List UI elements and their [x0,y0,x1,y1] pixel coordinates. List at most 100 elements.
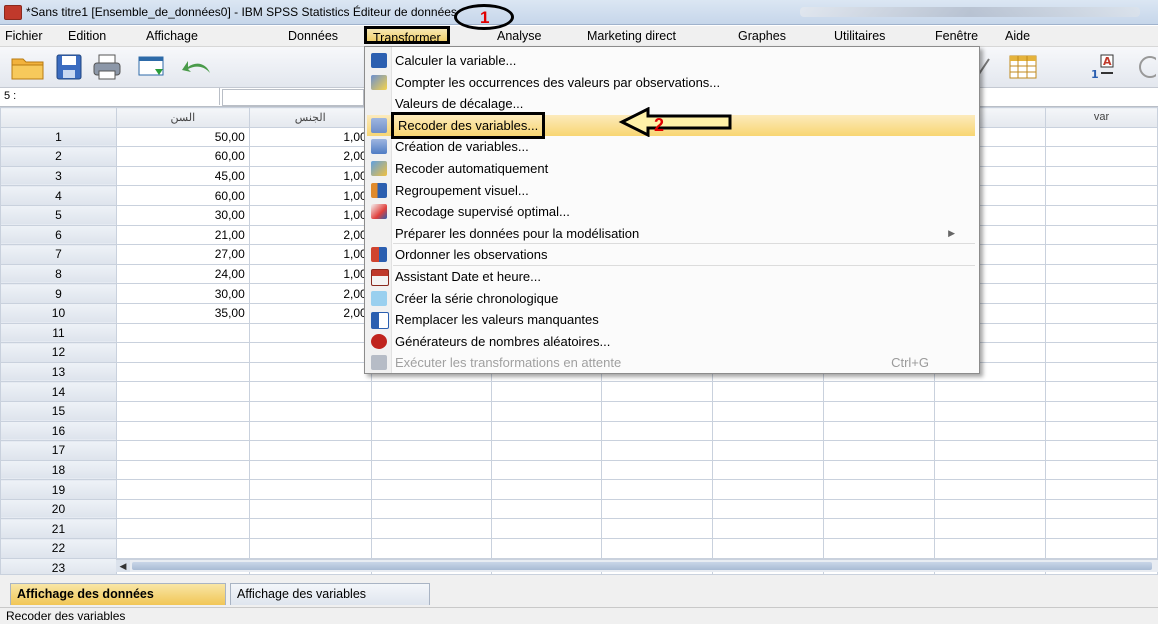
empty-cell[interactable] [1045,244,1158,265]
row-header[interactable]: 13 [0,361,117,383]
row-header[interactable]: 8 [0,263,117,285]
empty-cell[interactable] [1045,479,1158,500]
cell-age[interactable] [115,381,250,402]
menu-item[interactable]: Compter les occurrences des valeurs par … [367,72,975,93]
row-header[interactable]: 12 [0,342,117,363]
empty-cell[interactable] [1045,420,1158,442]
empty-cell[interactable] [1045,518,1158,540]
menu-item[interactable]: Recoder automatiquement [367,158,975,179]
cell-sex[interactable] [248,479,372,500]
row-header[interactable]: 19 [0,479,117,500]
empty-cell[interactable] [712,498,825,520]
menu-graphes[interactable]: Graphes [738,29,786,43]
empty-cell[interactable] [934,479,1047,500]
empty-cell[interactable] [601,400,714,422]
menu-edition[interactable]: Edition [68,29,106,43]
open-folder-icon[interactable] [10,53,46,81]
empty-cell[interactable] [601,440,714,461]
menu-fenetre[interactable]: Fenêtre [935,29,978,43]
cell-age[interactable] [115,498,250,520]
menu-utilitaires[interactable]: Utilitaires [834,29,885,43]
empty-cell[interactable] [712,518,825,540]
menu-aide[interactable]: Aide [1005,29,1030,43]
column-header[interactable]: var [1045,107,1158,128]
cell-sex[interactable]: 1,00 [248,165,372,187]
empty-cell[interactable] [1045,204,1158,226]
empty-cell[interactable] [1045,440,1158,461]
empty-cell[interactable] [370,538,492,559]
cell-sex[interactable] [248,381,372,402]
cell-sex[interactable]: 2,00 [248,283,372,304]
row-header[interactable]: 18 [0,459,117,481]
row-header[interactable]: 11 [0,322,117,344]
cell-age[interactable] [115,420,250,442]
empty-cell[interactable] [712,420,825,442]
cell-age[interactable] [115,361,250,383]
partial-toolbar-icon[interactable] [1130,53,1156,81]
empty-cell[interactable] [1045,146,1158,167]
menu-item[interactable]: Générateurs de nombres aléatoires... [367,331,975,352]
menu-item[interactable]: Recodage supervisé optimal... [367,201,975,222]
row-header[interactable]: 5 [0,204,117,226]
empty-cell[interactable] [1045,342,1158,363]
cell-age[interactable] [115,518,250,540]
empty-cell[interactable] [934,420,1047,442]
cell-age[interactable]: 30,00 [115,204,250,226]
cell-age[interactable] [115,479,250,500]
menu-fichier[interactable]: Fichier [5,29,43,43]
menu-item[interactable]: Assistant Date et heure... [367,266,975,287]
empty-cell[interactable] [712,538,825,559]
empty-cell[interactable] [370,498,492,520]
column-header[interactable]: الجنس [248,107,372,128]
scrollbar-thumb[interactable] [132,562,1152,570]
scroll-left-arrow-icon[interactable]: ◀ [116,560,130,572]
cell-age[interactable]: 30,00 [115,283,250,304]
horizontal-scrollbar[interactable]: ◀ [116,559,1158,572]
empty-cell[interactable] [1045,283,1158,304]
cell-age[interactable] [115,322,250,344]
empty-cell[interactable] [490,518,603,540]
empty-cell[interactable] [601,538,714,559]
cell-sex[interactable]: 1,00 [248,204,372,226]
empty-cell[interactable] [712,459,825,481]
cell-sex[interactable]: 2,00 [248,224,372,246]
cell-age[interactable]: 21,00 [115,224,250,246]
row-header[interactable]: 3 [0,165,117,187]
dialog-recall-icon[interactable] [137,53,167,81]
empty-cell[interactable] [934,498,1047,520]
empty-cell[interactable] [1045,322,1158,344]
empty-cell[interactable] [490,400,603,422]
empty-cell[interactable] [1045,498,1158,520]
empty-cell[interactable] [712,479,825,500]
row-header[interactable]: 1 [0,126,117,148]
cell-sex[interactable] [248,322,372,344]
undo-icon[interactable] [180,53,214,81]
row-header[interactable]: 7 [0,244,117,265]
empty-cell[interactable] [370,518,492,540]
empty-cell[interactable] [934,518,1047,540]
empty-cell[interactable] [934,440,1047,461]
empty-cell[interactable] [370,381,492,402]
empty-cell[interactable] [490,459,603,481]
empty-cell[interactable] [370,440,492,461]
empty-cell[interactable] [490,381,603,402]
empty-cell[interactable] [823,518,936,540]
empty-cell[interactable] [490,538,603,559]
menu-affichage[interactable]: Affichage [146,29,198,43]
empty-cell[interactable] [601,479,714,500]
empty-cell[interactable] [490,420,603,442]
empty-cell[interactable] [601,498,714,520]
tab-variable-view[interactable]: Affichage des variables [230,583,430,605]
cell-sex[interactable] [248,342,372,363]
cell-sex[interactable] [248,538,372,559]
cell-age[interactable]: 50,00 [115,126,250,148]
empty-cell[interactable] [1045,224,1158,246]
cell-age[interactable] [115,342,250,363]
menu-item[interactable]: Préparer les données pour la modélisatio… [367,223,975,244]
menu-item[interactable]: Créer la série chronologique [367,288,975,309]
cell-age[interactable]: 45,00 [115,165,250,187]
tab-data-view[interactable]: Affichage des données [10,583,226,605]
empty-cell[interactable] [934,381,1047,402]
empty-cell[interactable] [712,400,825,422]
variable-view-grid-icon[interactable] [1007,53,1041,81]
